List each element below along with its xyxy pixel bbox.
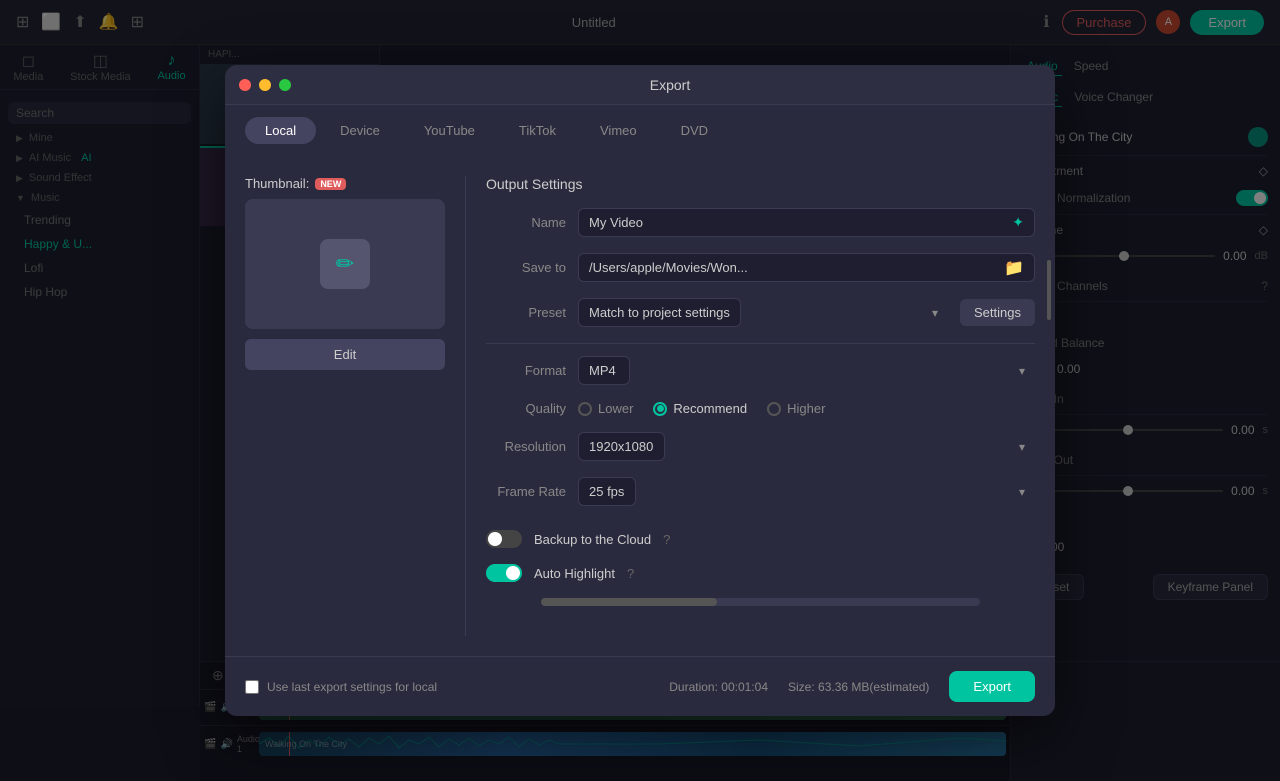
resolution-select[interactable]: 1920x1080 1280x720 3840x2160 <box>578 432 665 461</box>
traffic-light-minimize[interactable] <box>259 79 271 91</box>
last-settings-checkbox[interactable] <box>245 680 259 694</box>
folder-icon[interactable]: 📁 <box>1004 258 1024 278</box>
pencil-icon: ✏ <box>320 239 370 289</box>
scroll-bar <box>541 598 980 606</box>
tab-youtube[interactable]: YouTube <box>404 117 495 144</box>
resolution-select-wrapper: 1920x1080 1280x720 3840x2160 <box>578 432 1035 461</box>
frame-rate-row: Frame Rate 24 fps 25 fps 30 fps 60 fps <box>486 477 1035 506</box>
footer-left: Use last export settings for local <box>245 680 437 694</box>
traffic-light-maximize[interactable] <box>279 79 291 91</box>
dialog-divider <box>465 176 466 636</box>
traffic-light-close[interactable] <box>239 79 251 91</box>
export-tabs: Local Device YouTube TikTok Vimeo DVD <box>225 105 1055 156</box>
preset-row: Preset Match to project settings Custom … <box>486 298 1035 327</box>
format-row: Format MP4 MOV AVI <box>486 356 1035 385</box>
settings-panel: Output Settings Name ✦ Save to <box>486 176 1035 636</box>
save-to-row: Save to 📁 <box>486 253 1035 282</box>
frame-rate-label: Frame Rate <box>486 484 566 499</box>
save-to-input[interactable] <box>589 254 1004 281</box>
lower-label: Lower <box>598 401 633 416</box>
quality-label: Quality <box>486 401 566 416</box>
duration-info: Duration: 00:01:04 <box>669 680 768 694</box>
auto-highlight-help-icon[interactable]: ? <box>627 566 634 581</box>
output-settings-title: Output Settings <box>486 176 1035 192</box>
thumbnail-text: Thumbnail: <box>245 176 309 191</box>
preset-select[interactable]: Match to project settings Custom <box>578 298 741 327</box>
duration-value: 00:01:04 <box>721 680 768 694</box>
last-settings-label: Use last export settings for local <box>267 680 437 694</box>
duration-label: Duration: <box>669 680 718 694</box>
higher-label: Higher <box>787 401 825 416</box>
edit-thumbnail-button[interactable]: Edit <box>245 339 445 370</box>
format-select[interactable]: MP4 MOV AVI <box>578 356 630 385</box>
dialog-footer: Use last export settings for local Durat… <box>225 656 1055 716</box>
tab-local[interactable]: Local <box>245 117 316 144</box>
size-info: Size: 63.36 MB(estimated) <box>788 680 929 694</box>
footer-right: Duration: 00:01:04 Size: 63.36 MB(estima… <box>669 671 1035 702</box>
quality-lower[interactable]: Lower <box>578 401 633 416</box>
quality-higher[interactable]: Higher <box>767 401 825 416</box>
export-button[interactable]: Export <box>949 671 1035 702</box>
resolution-row: Resolution 1920x1080 1280x720 3840x2160 <box>486 432 1035 461</box>
preset-label: Preset <box>486 305 566 320</box>
lower-radio <box>578 402 592 416</box>
format-select-wrapper: MP4 MOV AVI <box>578 356 1035 385</box>
dialog-title: Export <box>299 77 1041 93</box>
name-input[interactable] <box>589 209 1012 236</box>
tab-device[interactable]: Device <box>320 117 400 144</box>
quality-options: Lower Recommend Higher <box>578 401 825 416</box>
higher-radio <box>767 402 781 416</box>
thumbnail-label: Thumbnail: NEW <box>245 176 445 191</box>
new-badge: NEW <box>315 178 346 190</box>
settings-button[interactable]: Settings <box>960 299 1035 326</box>
backup-cloud-row: Backup to the Cloud ? <box>486 522 1035 556</box>
backup-help-icon[interactable]: ? <box>663 532 670 547</box>
scroll-thumb[interactable] <box>541 598 717 606</box>
name-row: Name ✦ <box>486 208 1035 237</box>
quality-row: Quality Lower Recommend <box>486 401 1035 416</box>
backup-cloud-label: Backup to the Cloud <box>534 532 651 547</box>
format-label: Format <box>486 363 566 378</box>
export-dialog: Export Local Device YouTube TikTok Vimeo… <box>225 65 1055 716</box>
auto-highlight-row: Auto Highlight ? <box>486 556 1035 590</box>
size-value: 63.36 MB(estimated) <box>818 680 929 694</box>
thumbnail-panel: Thumbnail: NEW ✏ Edit <box>245 176 445 636</box>
size-label: Size: <box>788 680 815 694</box>
name-input-wrapper: ✦ <box>578 208 1035 237</box>
app-container: ⊞ ⬜ ⬆ 🔔 ⊞ Untitled ℹ Purchase A Export ◻… <box>0 0 1280 781</box>
save-to-label: Save to <box>486 260 566 275</box>
preset-select-wrapper: Match to project settings Custom <box>578 298 948 327</box>
frame-rate-select-wrapper: 24 fps 25 fps 30 fps 60 fps <box>578 477 1035 506</box>
recommend-radio <box>653 402 667 416</box>
recommend-label: Recommend <box>673 401 747 416</box>
resolution-label: Resolution <box>486 439 566 454</box>
name-label: Name <box>486 215 566 230</box>
modal-overlay: Export Local Device YouTube TikTok Vimeo… <box>0 0 1280 781</box>
quality-recommend[interactable]: Recommend <box>653 401 747 416</box>
frame-rate-select[interactable]: 24 fps 25 fps 30 fps 60 fps <box>578 477 636 506</box>
auto-highlight-label: Auto Highlight <box>534 566 615 581</box>
settings-separator-1 <box>486 343 1035 344</box>
auto-highlight-toggle[interactable] <box>486 564 522 582</box>
dialog-body: Thumbnail: NEW ✏ Edit Output Settings Na… <box>225 156 1055 656</box>
scroll-indicator <box>1047 260 1051 320</box>
tab-dvd[interactable]: DVD <box>661 117 728 144</box>
backup-cloud-toggle[interactable] <box>486 530 522 548</box>
ai-enhance-icon[interactable]: ✦ <box>1012 214 1024 231</box>
save-to-input-wrapper: 📁 <box>578 253 1035 282</box>
dialog-titlebar: Export <box>225 65 1055 105</box>
thumbnail-preview: ✏ <box>245 199 445 329</box>
tab-vimeo[interactable]: Vimeo <box>580 117 657 144</box>
tab-tiktok[interactable]: TikTok <box>499 117 576 144</box>
